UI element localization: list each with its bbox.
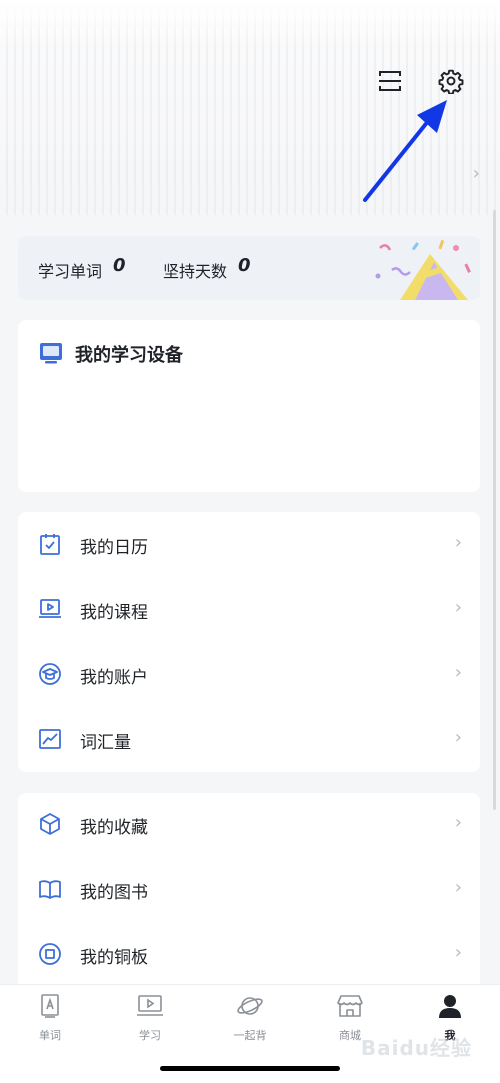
tab-words[interactable]: 单词: [10, 993, 90, 1053]
menu-item-books[interactable]: 我的图书 ›: [18, 859, 480, 919]
word-card-icon: [38, 994, 62, 1023]
chevron-right-icon: ›: [454, 597, 462, 618]
calendar-icon: [38, 532, 62, 556]
chevron-right-icon: ›: [454, 532, 462, 553]
scrollbar[interactable]: [493, 210, 496, 810]
words-learned-value: 0: [113, 255, 126, 276]
play-screen-icon: [136, 995, 164, 1023]
menu-item-courses[interactable]: 我的课程 ›: [18, 579, 480, 639]
person-icon: [437, 995, 463, 1023]
chevron-right-icon: ›: [454, 812, 462, 833]
learning-devices-card: 我的学习设备: [18, 320, 480, 492]
chevron-right-icon: ›: [454, 942, 462, 963]
book-icon: [38, 877, 62, 901]
chart-icon: [38, 727, 62, 751]
planet-icon: [236, 997, 264, 1023]
tab-label: 学习: [139, 1029, 161, 1042]
menu-item-calendar[interactable]: 我的日历 ›: [18, 514, 480, 574]
streak-days-label: 坚持天数: [163, 262, 228, 281]
chevron-right-icon: ›: [454, 662, 462, 683]
streak-days-value: 0: [238, 255, 251, 276]
tab-label: 单词: [39, 1029, 61, 1042]
box-icon: [38, 812, 62, 836]
menu-item-label: 我的课程: [80, 603, 148, 623]
menu-item-label: 我的铜板: [80, 948, 148, 968]
menu-item-label: 我的图书: [80, 883, 148, 903]
coin-icon: [38, 942, 62, 966]
menu-item-coins[interactable]: 我的铜板 ›: [18, 924, 480, 984]
store-icon: [336, 995, 364, 1023]
tab-together[interactable]: 一起背: [210, 993, 290, 1053]
status-bar: [0, 0, 500, 50]
words-learned-label: 学习单词: [38, 262, 103, 281]
monitor-icon: [39, 341, 63, 369]
watermark: Baidu经验: [360, 1036, 472, 1060]
tab-study[interactable]: 学习: [110, 993, 190, 1053]
menu-item-label: 我的收藏: [80, 818, 148, 838]
gear-icon[interactable]: [435, 65, 467, 97]
learning-devices-title: 我的学习设备: [75, 345, 183, 366]
profile-chevron-icon[interactable]: ›: [473, 163, 480, 184]
account-icon: [38, 662, 62, 686]
tab-label: 一起背: [233, 1029, 267, 1042]
menu-group-1: 我的日历 › 我的课程 › 我的账户 › 词汇量 ›: [18, 512, 480, 772]
scan-icon[interactable]: [374, 65, 406, 97]
menu-item-label: 我的日历: [80, 538, 148, 558]
chevron-right-icon: ›: [454, 727, 462, 748]
stats-card: 学习单词 0 坚持天数 0: [18, 236, 480, 300]
menu-item-account[interactable]: 我的账户 ›: [18, 644, 480, 704]
menu-item-label: 我的账户: [80, 668, 148, 688]
menu-item-label: 词汇量: [80, 733, 131, 753]
pointer-arrow-annotation: [363, 100, 447, 202]
chevron-right-icon: ›: [454, 877, 462, 898]
party-popper-icon: [375, 239, 471, 300]
home-indicator[interactable]: [160, 1066, 340, 1071]
menu-group-2: 我的收藏 › 我的图书 › 我的铜板 ›: [18, 793, 480, 993]
menu-item-favorites[interactable]: 我的收藏 ›: [18, 794, 480, 854]
course-icon: [38, 597, 62, 621]
menu-item-vocabulary[interactable]: 词汇量 ›: [18, 709, 480, 769]
